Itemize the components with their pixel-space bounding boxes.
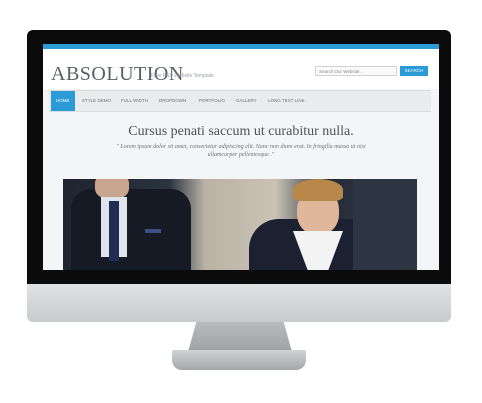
nav-item-long-text-link[interactable]: LONG TEXT LINK <box>263 91 310 111</box>
nav-item-gallery[interactable]: GALLERY <box>231 91 262 111</box>
nav-item-full-width[interactable]: FULL WIDTH <box>116 91 153 111</box>
background-figure <box>353 179 417 270</box>
search-input[interactable]: Search Our Website... <box>315 66 397 76</box>
hero-image <box>63 179 417 270</box>
nav-item-portfolio[interactable]: PORTFOLIO <box>194 91 230 111</box>
nav-item-home[interactable]: HOME <box>51 91 75 111</box>
hero-subtitle: " Lorem ipsum dolor sit amet, consectetu… <box>116 144 366 158</box>
nav-item-style-demo[interactable]: STYLE DEMO <box>77 91 116 111</box>
person-right-hair <box>293 179 343 201</box>
person-left-face <box>95 179 129 199</box>
site-header: ABSOLUTION Free PSD Website Template Sea… <box>43 49 439 89</box>
site-tagline: Free PSD Website Template <box>151 73 214 79</box>
nav-item-dropdown[interactable]: DROPDOWN <box>154 91 191 111</box>
monitor-stand-base <box>172 350 306 370</box>
monitor-stand-neck <box>188 322 292 352</box>
monitor-frame: ABSOLUTION Free PSD Website Template Sea… <box>27 30 451 284</box>
hero-title: Cursus penati saccum ut curabitur nulla. <box>128 124 354 139</box>
search-button[interactable]: SEARCH <box>400 66 428 76</box>
monitor-screen: ABSOLUTION Free PSD Website Template Sea… <box>43 44 439 270</box>
person-left-tie <box>109 201 119 261</box>
person-left-suit <box>71 189 191 270</box>
monitor-chin <box>27 284 451 322</box>
main-nav: HOME STYLE DEMO FULL WIDTH DROPDOWN PORT… <box>49 90 431 112</box>
pocket-square <box>145 229 161 233</box>
